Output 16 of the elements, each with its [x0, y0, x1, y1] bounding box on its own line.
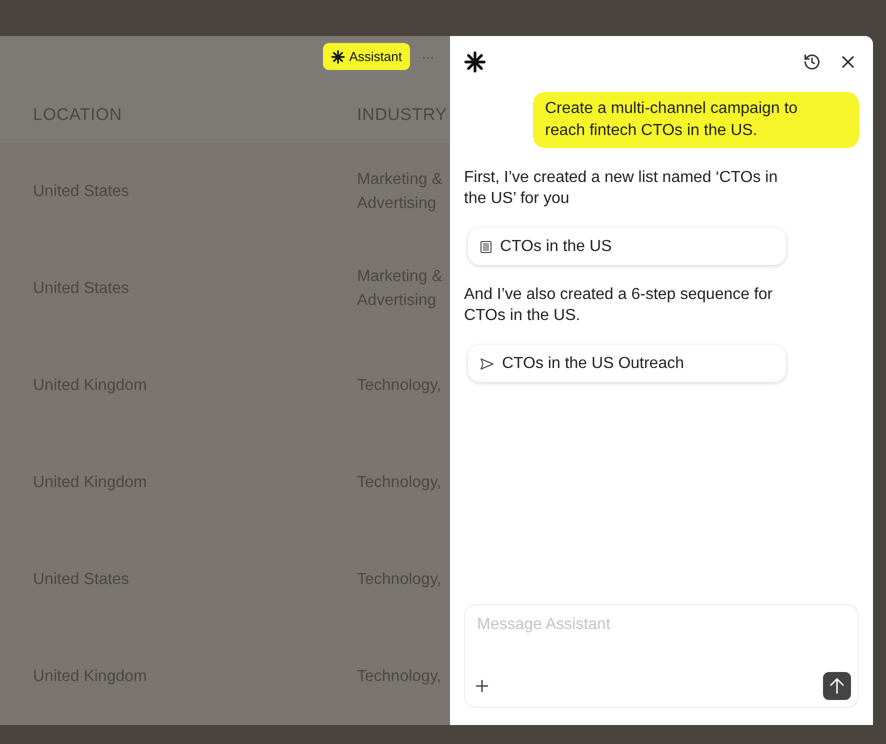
assistant-message: And I’ve also created a 6-step sequence for CTOs in the US. [464, 285, 774, 326]
list-icon [480, 240, 492, 252]
arrow-up-icon [830, 678, 844, 694]
assistant-message: First, I’ve created a new list named ‘CTOs in the US’ for you [464, 168, 779, 209]
sparkle-icon [331, 50, 346, 64]
message-field[interactable]: Message Assistant [464, 604, 859, 708]
list-card[interactable]: CTOs in the US [468, 228, 786, 265]
close-icon[interactable] [841, 55, 855, 69]
sequence-card[interactable]: CTOs in the US Outreach [468, 345, 786, 382]
user-message: Create a multi-channel campaign to reach fintech CTOs in the US. [533, 92, 859, 148]
send-button[interactable] [823, 672, 851, 700]
send-icon [480, 358, 494, 370]
logo-icon [464, 51, 486, 73]
add-icon[interactable] [476, 680, 488, 692]
assistant-button[interactable]: Assistant [323, 43, 410, 70]
history-icon[interactable] [803, 53, 821, 71]
